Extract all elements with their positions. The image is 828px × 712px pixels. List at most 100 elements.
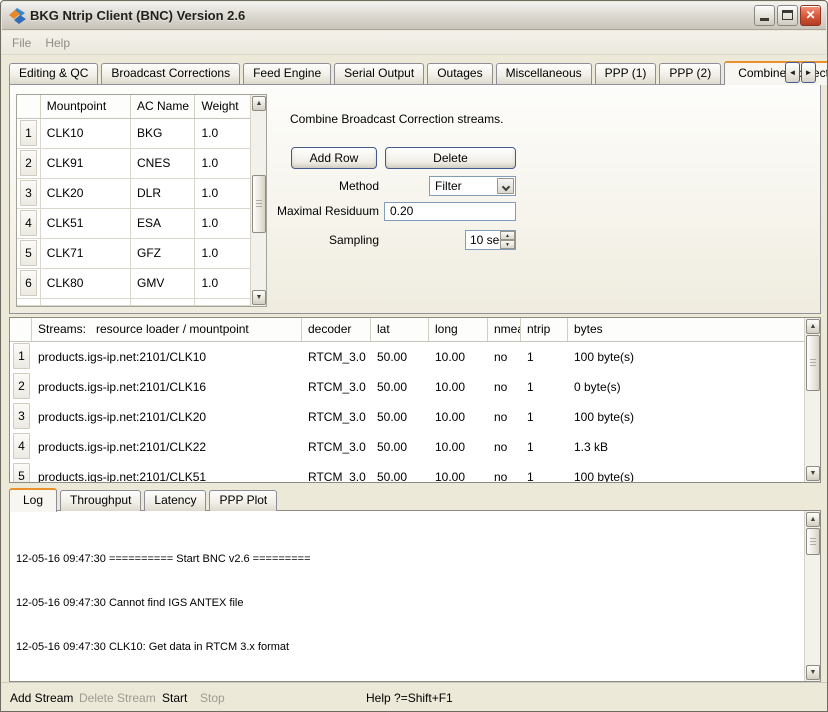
menu-help[interactable]: Help [45, 36, 70, 50]
cell-long[interactable]: 10.00 [429, 350, 488, 364]
streams-table[interactable]: Streams: resource loader / mountpoint de… [9, 317, 821, 483]
cell-stream[interactable]: products.igs-ip.net:2101/CLK51 [32, 470, 302, 482]
maximal-residuum-input[interactable]: 0.20 [384, 202, 516, 221]
scroll-up-icon[interactable]: ▲ [806, 512, 820, 527]
tab-outages[interactable]: Outages [427, 63, 492, 84]
header-weight[interactable]: Weight [195, 95, 250, 119]
cell-weight[interactable]: 1.0 [195, 179, 250, 209]
log-scrollbar[interactable]: ▲ ▼ [804, 511, 820, 681]
stream-row[interactable]: 1 products.igs-ip.net:2101/CLK10 RTCM_3.… [10, 342, 804, 372]
cell-ac-name[interactable]: GFZ [131, 239, 195, 269]
start-button[interactable]: Start [162, 691, 187, 705]
tab-log[interactable]: Log [9, 488, 57, 512]
scrollbar-thumb[interactable] [806, 335, 820, 391]
table-row[interactable]: 2 CLK91 CNES 1.0 [17, 149, 250, 179]
cell-weight[interactable]: 1.0 [195, 239, 250, 269]
scroll-down-icon[interactable]: ▼ [806, 466, 820, 481]
menu-file[interactable]: File [12, 36, 31, 50]
scroll-up-icon[interactable]: ▲ [806, 319, 820, 334]
add-row-button[interactable]: Add Row [291, 147, 377, 169]
cell-lat[interactable]: 50.00 [371, 470, 429, 482]
cell-decoder[interactable]: RTCM_3.0 [302, 350, 371, 364]
cell-decoder[interactable]: RTCM_3.0 [302, 380, 371, 394]
tab-feed-engine[interactable]: Feed Engine [243, 63, 331, 84]
delete-button[interactable]: Delete [385, 147, 516, 169]
tab-ppp-1[interactable]: PPP (1) [595, 63, 657, 84]
cell-bytes[interactable]: 1.3 kB [568, 440, 804, 454]
scrollbar-thumb[interactable] [806, 528, 820, 555]
tab-scroll-left-button[interactable]: ◄ [785, 62, 800, 83]
cell-lat[interactable]: 50.00 [371, 410, 429, 424]
row-number-cell[interactable]: 4 [10, 432, 32, 462]
cell-stream[interactable]: products.igs-ip.net:2101/CLK10 [32, 350, 302, 364]
cell-mountpoint[interactable]: CLK71 [41, 239, 131, 269]
stream-row[interactable]: 3 products.igs-ip.net:2101/CLK20 RTCM_3.… [10, 402, 804, 432]
spin-down-icon[interactable]: ▼ [500, 240, 515, 249]
cell-mountpoint[interactable]: CLK80 [41, 269, 131, 299]
cell-long[interactable]: 10.00 [429, 380, 488, 394]
delete-stream-button[interactable]: Delete Stream [79, 691, 156, 705]
header-ac-name[interactable]: AC Name [131, 95, 195, 119]
cell-mountpoint[interactable]: CLK51 [41, 209, 131, 239]
minimize-button[interactable] [754, 5, 775, 26]
header-decoder[interactable]: decoder [302, 318, 371, 341]
table-row[interactable]: 3 CLK20 DLR 1.0 [17, 179, 250, 209]
cell-decoder[interactable]: RTCM_3.0 [302, 470, 371, 482]
cell-decoder[interactable]: RTCM_3.0 [302, 440, 371, 454]
cell-stream[interactable]: products.igs-ip.net:2101/CLK22 [32, 440, 302, 454]
scroll-down-icon[interactable]: ▼ [252, 290, 266, 305]
row-number-cell[interactable]: 5 [17, 239, 41, 269]
spin-up-icon[interactable]: ▲ [500, 231, 515, 240]
row-number-cell[interactable]: 1 [10, 342, 32, 372]
cell-ac-name[interactable]: ESA [131, 209, 195, 239]
row-number-cell[interactable]: 3 [10, 402, 32, 432]
table-row[interactable]: 6 CLK80 GMV 1.0 [17, 269, 250, 299]
row-number-cell[interactable]: 1 [17, 119, 41, 149]
cell-long[interactable]: 10.00 [429, 440, 488, 454]
table-row[interactable]: 1 CLK10 BKG 1.0 [17, 119, 250, 149]
add-stream-button[interactable]: Add Stream [10, 691, 73, 705]
sampling-spinner[interactable]: 10 sec ▲ ▼ [465, 230, 516, 250]
header-long[interactable]: long [429, 318, 488, 341]
header-mountpoint[interactable]: Mountpoint [41, 95, 131, 119]
close-button[interactable]: ✕ [800, 5, 821, 26]
log-panel[interactable]: 12-05-16 09:47:30 ========== Start BNC v… [9, 510, 821, 682]
cell-stream[interactable]: products.igs-ip.net:2101/CLK20 [32, 410, 302, 424]
cell-long[interactable]: 10.00 [429, 410, 488, 424]
cell-long[interactable]: 10.00 [429, 470, 488, 482]
cell-nmea[interactable]: no [488, 470, 521, 482]
cell-ac-name[interactable]: GMV [131, 269, 195, 299]
cell-lat[interactable]: 50.00 [371, 440, 429, 454]
cell-ac-name[interactable]: DLR [131, 179, 195, 209]
stop-button[interactable]: Stop [200, 691, 225, 705]
row-number-cell[interactable]: 6 [17, 269, 41, 299]
cell-ntrip[interactable]: 1 [521, 470, 568, 482]
cell-ntrip[interactable]: 1 [521, 350, 568, 364]
cell-ac-name[interactable]: BKG [131, 119, 195, 149]
header-nmea[interactable]: nmea [488, 318, 521, 341]
cell-bytes[interactable]: 100 byte(s) [568, 350, 804, 364]
tab-editing-qc[interactable]: Editing & QC [9, 63, 98, 84]
table-row[interactable]: 4 CLK51 ESA 1.0 [17, 209, 250, 239]
title-bar[interactable]: BKG Ntrip Client (BNC) Version 2.6 ✕ [2, 2, 826, 30]
cell-weight[interactable]: 1.0 [195, 149, 250, 179]
cell-lat[interactable]: 50.00 [371, 380, 429, 394]
stream-row[interactable]: 2 products.igs-ip.net:2101/CLK16 RTCM_3.… [10, 372, 804, 402]
row-number-cell[interactable]: 2 [10, 372, 32, 402]
row-number-cell[interactable]: 2 [17, 149, 41, 179]
header-bytes[interactable]: bytes [568, 318, 804, 341]
cell-nmea[interactable]: no [488, 410, 521, 424]
stream-row[interactable]: 5 products.igs-ip.net:2101/CLK51 RTCM_3.… [10, 462, 804, 482]
cell-ntrip[interactable]: 1 [521, 410, 568, 424]
header-lat[interactable]: lat [371, 318, 429, 341]
scroll-up-icon[interactable]: ▲ [252, 96, 266, 111]
cell-mountpoint[interactable]: CLK10 [41, 119, 131, 149]
cell-nmea[interactable]: no [488, 380, 521, 394]
cell-nmea[interactable]: no [488, 440, 521, 454]
cell-lat[interactable]: 50.00 [371, 350, 429, 364]
dropdown-button[interactable] [497, 178, 514, 194]
row-number-cell[interactable]: 3 [17, 179, 41, 209]
cell-ac-name[interactable]: CNES [131, 149, 195, 179]
tab-throughput[interactable]: Throughput [60, 490, 141, 511]
cell-weight[interactable]: 1.0 [195, 209, 250, 239]
